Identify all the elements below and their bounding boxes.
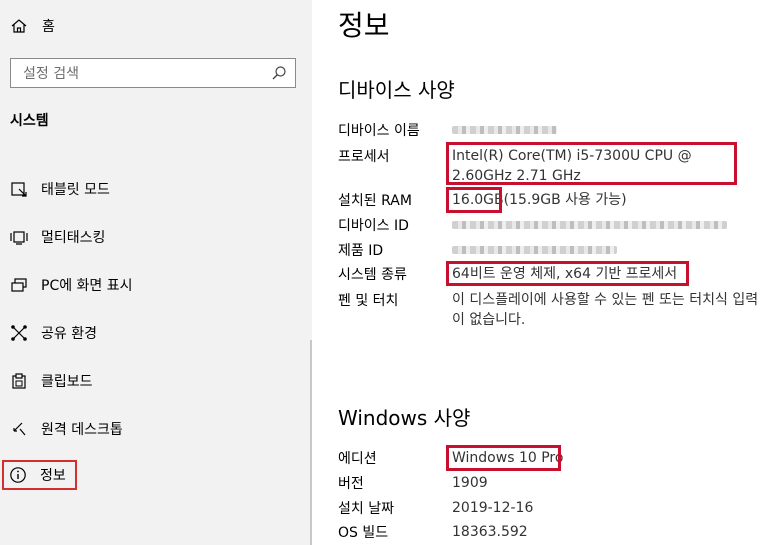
sidebar-item-multitasking[interactable]: 멀티태스킹 [10, 224, 105, 250]
highlight-processor [446, 142, 737, 185]
clipboard-icon [12, 373, 26, 389]
spec-value-redacted [452, 240, 617, 260]
spec-value: 18363.592 [452, 524, 528, 540]
tablet-mode-icon [11, 182, 27, 197]
windows-specs-heading: Windows 사양 [338, 406, 471, 430]
sidebar-item-clipboard[interactable]: 클립보드 [10, 368, 93, 394]
spec-value: 이 디스플레이에 사용할 수 있는 펜 또는 터치식 입력이 없습니다. [452, 292, 759, 328]
section-title: 시스템 [10, 113, 49, 129]
spec-label: 디바이스 ID [338, 218, 409, 234]
spec-label: OS 빌드 [338, 525, 389, 541]
search-placeholder: 설정 검색 [23, 66, 79, 82]
sidebar-item-label: 원격 데스크톱 [41, 422, 123, 438]
search-icon[interactable] [271, 65, 287, 81]
home-icon [11, 19, 27, 33]
spec-label: 설치 날짜 [338, 501, 394, 517]
highlight-system-type [446, 261, 689, 286]
sidebar-item-remote-desktop[interactable]: 원격 데스크톱 [10, 416, 123, 442]
settings-search-input[interactable]: 설정 검색 [10, 58, 296, 88]
sidebar-item-tablet-mode[interactable]: 태블릿 모드 [10, 176, 110, 202]
spec-value-redacted [452, 120, 557, 140]
multitasking-icon [10, 231, 28, 245]
project-icon [11, 278, 27, 292]
device-specs-heading: 디바이스 사양 [338, 78, 455, 102]
sidebar-item-label: 클립보드 [41, 374, 93, 390]
sidebar-item-label: 멀티태스킹 [41, 230, 106, 246]
spec-label: 시스템 종류 [338, 267, 407, 283]
shared-experiences-icon [11, 325, 27, 341]
home-nav-item[interactable]: 홈 [10, 14, 55, 38]
sidebar: 홈 설정 검색 시스템 태블릿 모드 멀티태스킹 PC에 화면 표시 공유 환경… [0, 0, 312, 545]
spec-value: 2019-12-16 [452, 500, 534, 516]
spec-value-redacted [452, 215, 727, 235]
home-label: 홈 [42, 19, 55, 35]
sidebar-item-about[interactable]: 정보 [2, 460, 77, 490]
highlight-ram [446, 187, 502, 213]
spec-label: 제품 ID [338, 243, 384, 259]
spec-value: 1909 [452, 475, 488, 491]
spec-label: 버전 [338, 476, 364, 492]
sidebar-item-label: 태블릿 모드 [41, 182, 110, 198]
highlight-edition [446, 445, 561, 471]
spec-label: 설치된 RAM [338, 193, 412, 209]
page-title: 정보 [338, 9, 390, 42]
remote-desktop-icon [13, 422, 26, 436]
spec-label: 에디션 [338, 451, 377, 467]
sidebar-item-shared-experiences[interactable]: 공유 환경 [10, 320, 97, 346]
spec-label: 프로세서 [338, 149, 390, 165]
sidebar-item-label: 정보 [40, 468, 66, 484]
sidebar-item-project[interactable]: PC에 화면 표시 [10, 272, 133, 298]
info-icon [10, 467, 26, 483]
sidebar-item-label: PC에 화면 표시 [41, 278, 133, 294]
main-content: 정보 디바이스 사양 디바이스 이름 프로세서 Intel(R) Core(TM… [312, 0, 768, 545]
sidebar-item-label: 공유 환경 [41, 326, 97, 342]
spec-label: 펜 및 터치 [338, 293, 399, 309]
spec-label: 디바이스 이름 [338, 123, 420, 139]
